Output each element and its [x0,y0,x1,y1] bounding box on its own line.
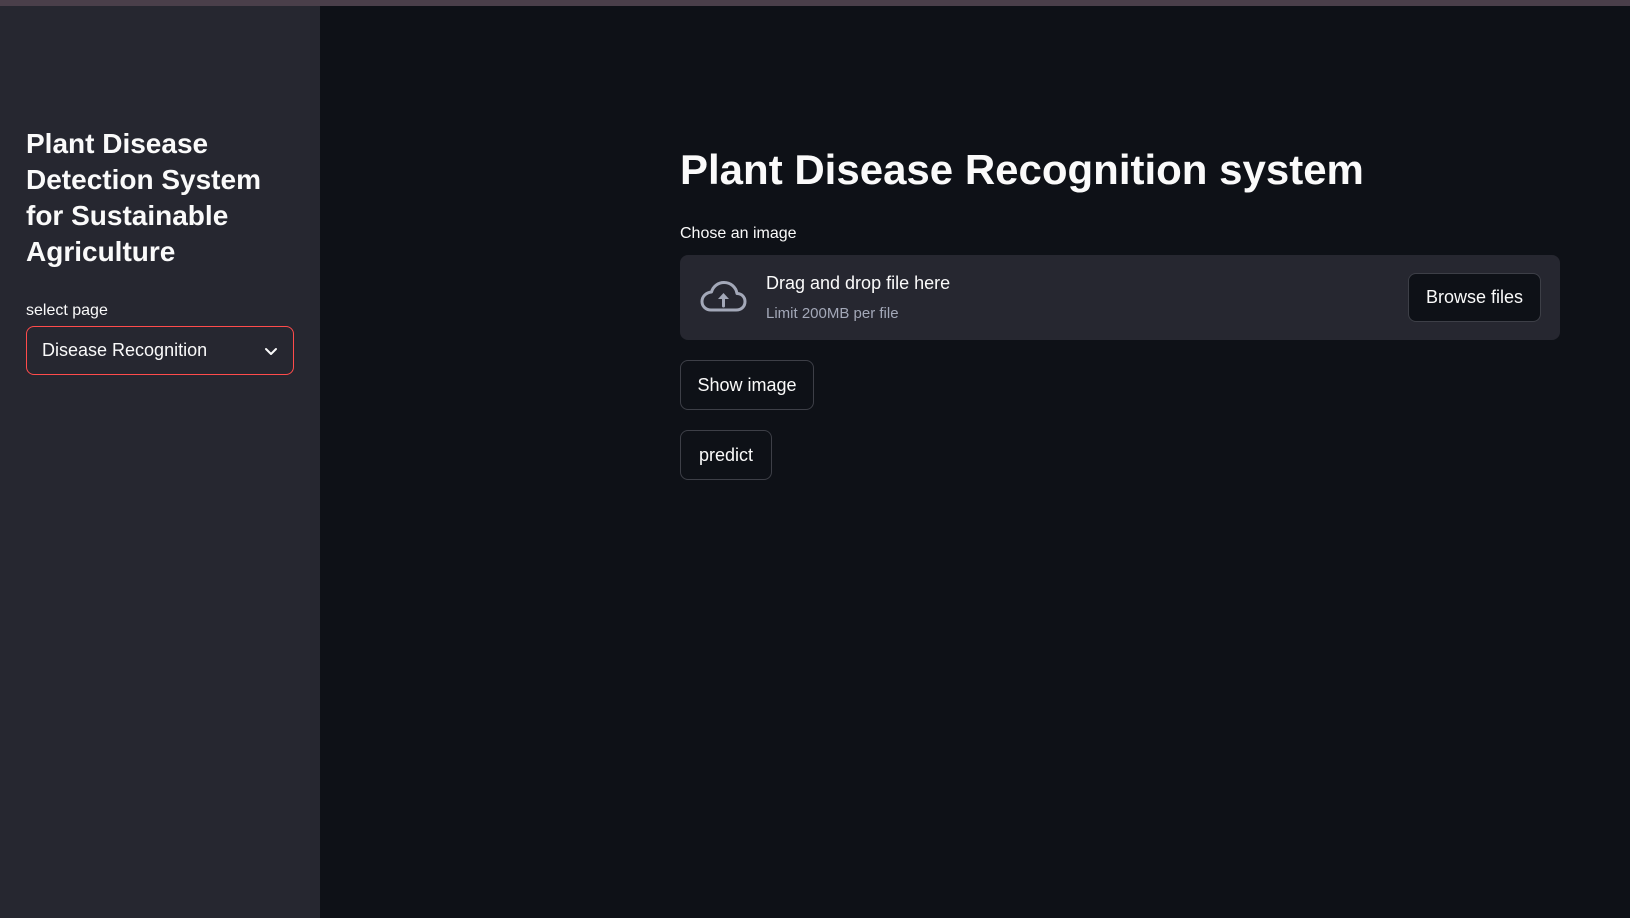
page-select[interactable]: Disease Recognition [26,326,294,375]
sidebar-title: Plant Disease Detection System for Susta… [26,128,261,267]
drag-drop-text: Drag and drop file here [766,273,951,293]
browse-files-button[interactable]: Browse files [1408,273,1541,322]
chevron-down-icon [265,347,277,355]
sidebar: Plant Disease Detection System for Susta… [0,6,320,918]
select-page-label: select page [26,302,108,319]
page-select-value: Disease Recognition [42,340,208,360]
show-image-button[interactable]: Show image [680,360,814,410]
file-dropzone[interactable]: Drag and drop file here Limit 200MB per … [680,255,1560,340]
page-title: Plant Disease Recognition system [680,146,1364,193]
uploader-label: Chose an image [680,225,797,242]
predict-button[interactable]: predict [680,430,772,480]
file-limit-text: Limit 200MB per file [766,305,899,322]
cloud-upload-icon [700,281,747,312]
